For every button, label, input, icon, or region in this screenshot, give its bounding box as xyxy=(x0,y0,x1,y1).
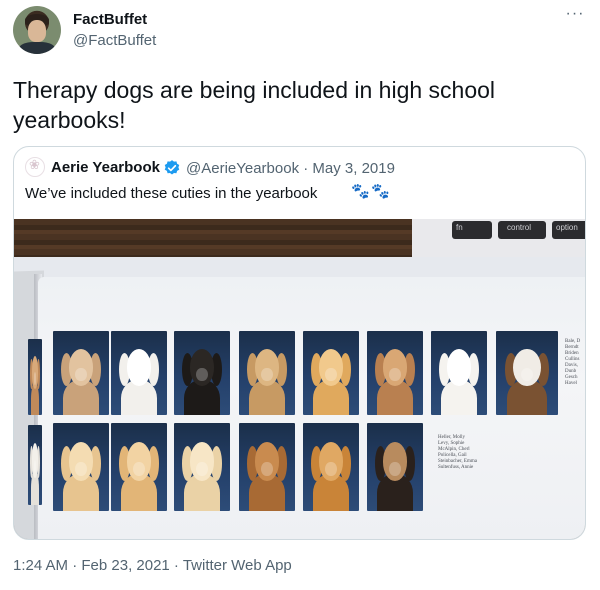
dog-portrait xyxy=(53,331,109,415)
paw-prints-icon: 🐾 xyxy=(371,182,390,200)
dog-portrait xyxy=(111,331,167,415)
dog-portrait xyxy=(496,331,558,415)
avatar-face xyxy=(28,20,46,42)
student-names-bottom: Heller, Molly Levy, Sophie McAlpin, Cher… xyxy=(438,435,477,470)
dog-muzzle xyxy=(133,461,145,476)
key-fn: fn xyxy=(452,221,492,239)
display-name[interactable]: FactBuffet xyxy=(73,11,147,28)
dog-portrait xyxy=(174,423,230,511)
dog-muzzle xyxy=(325,461,337,476)
dog-portrait xyxy=(111,423,167,511)
yearbook-photo[interactable]: fn control option Bale, D Berndt Briden … xyxy=(14,219,585,539)
dog-muzzle xyxy=(261,461,273,476)
dog-muzzle xyxy=(389,461,401,476)
quoted-display-name[interactable]: Aerie Yearbook xyxy=(51,159,160,176)
quoted-meta[interactable]: @AerieYearbook · May 3, 2019 xyxy=(186,160,395,177)
dog-portrait xyxy=(28,339,42,415)
dog-portrait xyxy=(239,331,295,415)
paw-prints-icon: 🐾 xyxy=(351,182,370,200)
key-control: control xyxy=(498,221,546,239)
tweet-text: Therapy dogs are being included in high … xyxy=(13,77,496,133)
dog-muzzle xyxy=(133,367,145,382)
dog-muzzle xyxy=(75,367,87,382)
dog-muzzle xyxy=(196,367,208,382)
student-names-right: Bale, D Berndt Briden Cullins Davis, Dun… xyxy=(565,339,581,386)
verified-badge-icon xyxy=(164,160,180,175)
dog-portrait xyxy=(28,425,42,505)
dog-muzzle xyxy=(325,367,337,382)
dog-portrait xyxy=(53,423,109,511)
dog-portrait xyxy=(431,331,487,415)
avatar-shirt xyxy=(19,42,55,54)
dog-portrait xyxy=(303,423,359,511)
dog-portrait xyxy=(174,331,230,415)
dog-portrait xyxy=(367,423,423,511)
avatar[interactable] xyxy=(13,6,61,54)
tweet-timestamp[interactable]: 1:24 AM · Feb 23, 2021 · Twitter Web App xyxy=(13,557,292,574)
quoted-avatar[interactable] xyxy=(25,157,45,177)
user-handle[interactable]: @FactBuffet xyxy=(73,32,156,49)
dog-portrait xyxy=(303,331,359,415)
dog-muzzle xyxy=(453,367,465,382)
dog-muzzle xyxy=(196,461,208,476)
dog-portrait xyxy=(239,423,295,511)
key-option: option xyxy=(552,221,585,239)
quoted-tweet[interactable]: Aerie Yearbook @AerieYearbook · May 3, 2… xyxy=(13,146,586,540)
dog-muzzle xyxy=(75,461,87,476)
dog-portrait xyxy=(367,331,423,415)
dog-muzzle xyxy=(261,367,273,382)
quoted-text: We’ve included these cuties in the yearb… xyxy=(25,185,318,202)
tweet[interactable]: FactBuffet @FactBuffet ··· Therapy dogs … xyxy=(0,0,600,590)
dog-muzzle xyxy=(389,367,401,382)
more-options-icon[interactable]: ··· xyxy=(562,6,588,25)
